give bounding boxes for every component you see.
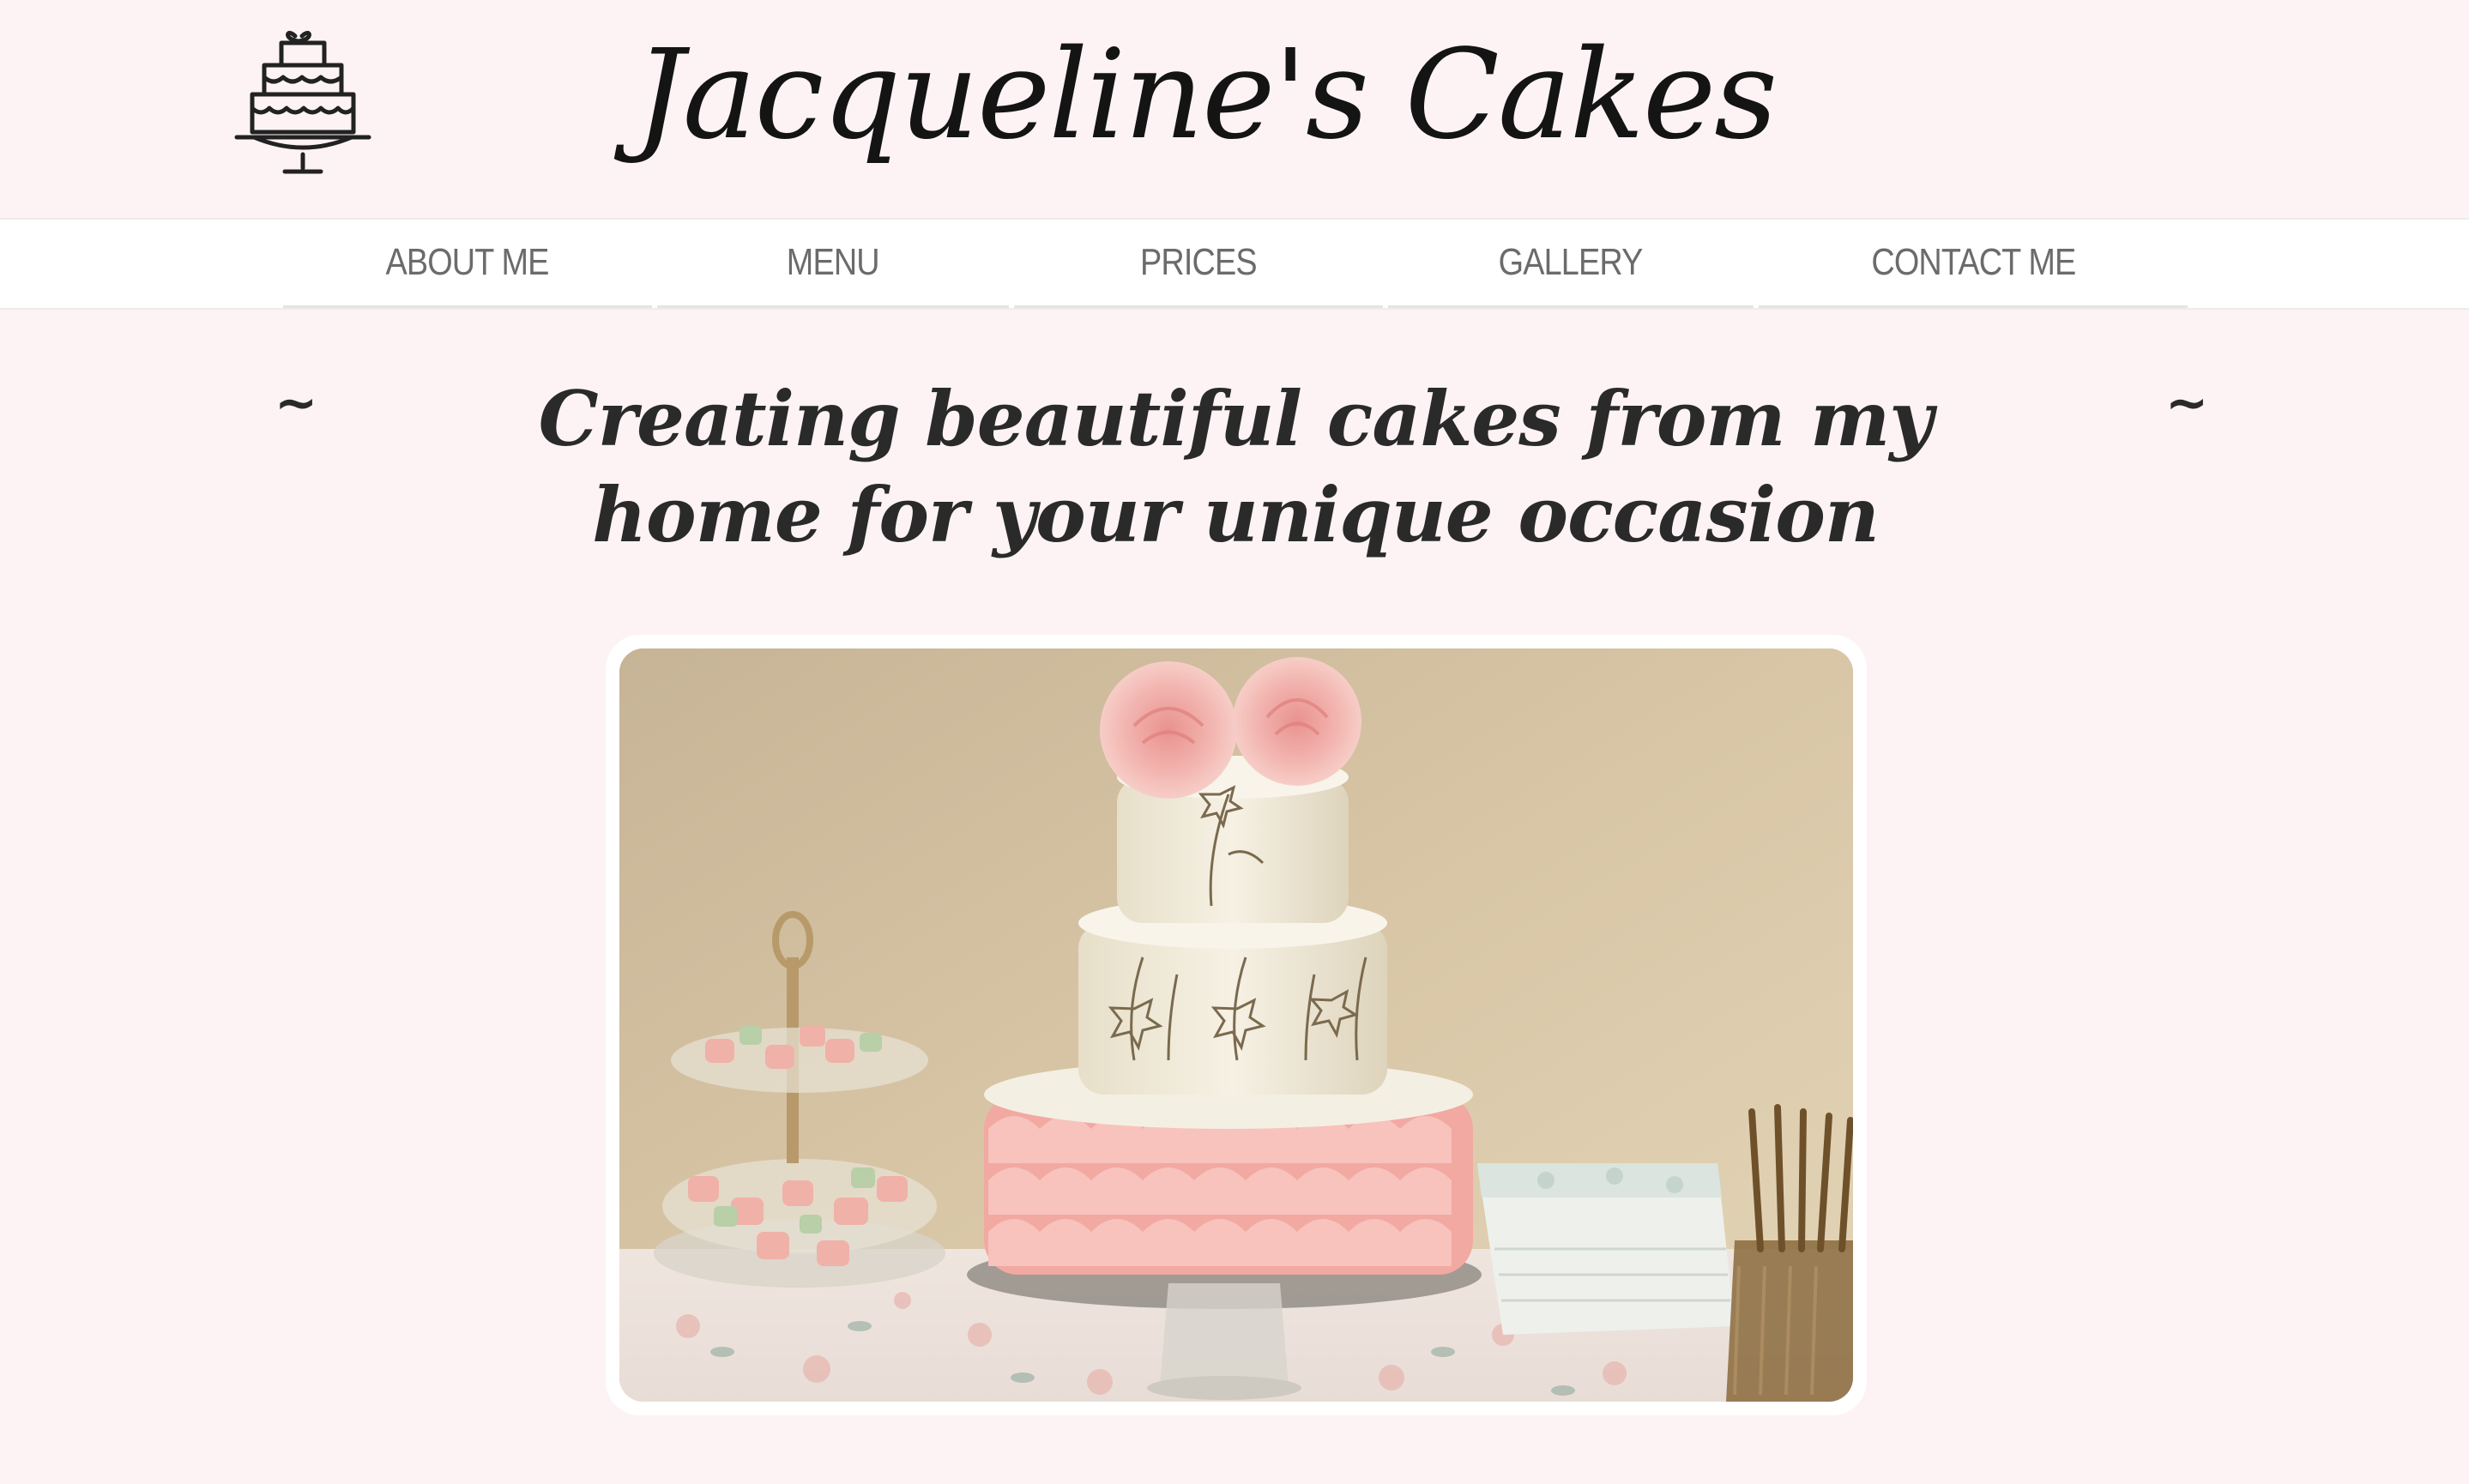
nav-item-about-me[interactable]: ABOUT ME <box>283 220 652 308</box>
nav-item-label: CONTACT ME <box>1870 241 2076 283</box>
nav-item-label: GALLERY <box>1499 241 1644 283</box>
nav-item-menu[interactable]: MENU <box>657 220 1009 308</box>
nav-item-prices[interactable]: PRICES <box>1014 220 1383 308</box>
tilde-decoration-right: ~ <box>2165 373 2209 433</box>
nav-item-label: PRICES <box>1140 241 1258 283</box>
nav-item-label: ABOUT ME <box>385 241 550 283</box>
nav-item-contact-me[interactable]: CONTACT ME <box>1759 220 2188 308</box>
tilde-decoration-left: ~ <box>275 373 318 433</box>
tagline: Creating beautiful cakes from my home fo… <box>538 374 1934 559</box>
hero-image-frame <box>606 635 1867 1415</box>
nav-item-gallery[interactable]: GALLERY <box>1388 220 1754 308</box>
nav-menu-list: ABOUT ME MENU PRICES GALLERY CONTACT ME <box>283 220 2188 308</box>
site-title[interactable]: Jacqueline's Cakes <box>635 33 1778 156</box>
main-navigation: ABOUT ME MENU PRICES GALLERY CONTACT ME <box>0 218 2469 310</box>
site-header: Jacqueline's Cakes <box>0 0 2469 218</box>
hero-cake-photo <box>619 648 1853 1402</box>
nav-item-label: MENU <box>787 241 880 283</box>
tagline-section: ~ Creating beautiful cakes from my home … <box>0 360 2469 575</box>
tiered-cake-icon[interactable] <box>233 24 372 182</box>
